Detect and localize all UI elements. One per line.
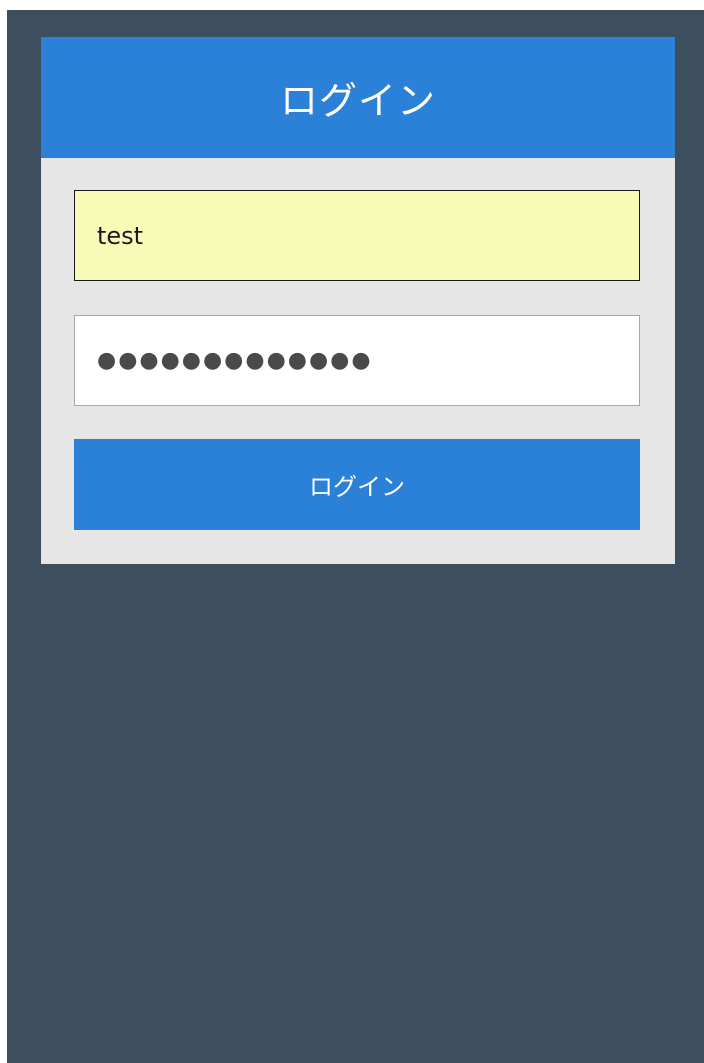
password-masked-value: ●●●●●●●●●●●●● [97, 348, 373, 373]
username-input[interactable]: test [74, 190, 640, 281]
login-title: ログイン [279, 79, 436, 123]
login-card: ログイン test ●●●●●●●●●●●●● ログイン [41, 37, 675, 564]
app-background: ログイン test ●●●●●●●●●●●●● ログイン [7, 10, 704, 1063]
password-input[interactable]: ●●●●●●●●●●●●● [74, 315, 640, 406]
login-button-label: ログイン [309, 473, 405, 501]
login-header: ログイン [41, 37, 675, 158]
username-value: test [97, 221, 144, 250]
login-button[interactable]: ログイン [74, 439, 640, 530]
